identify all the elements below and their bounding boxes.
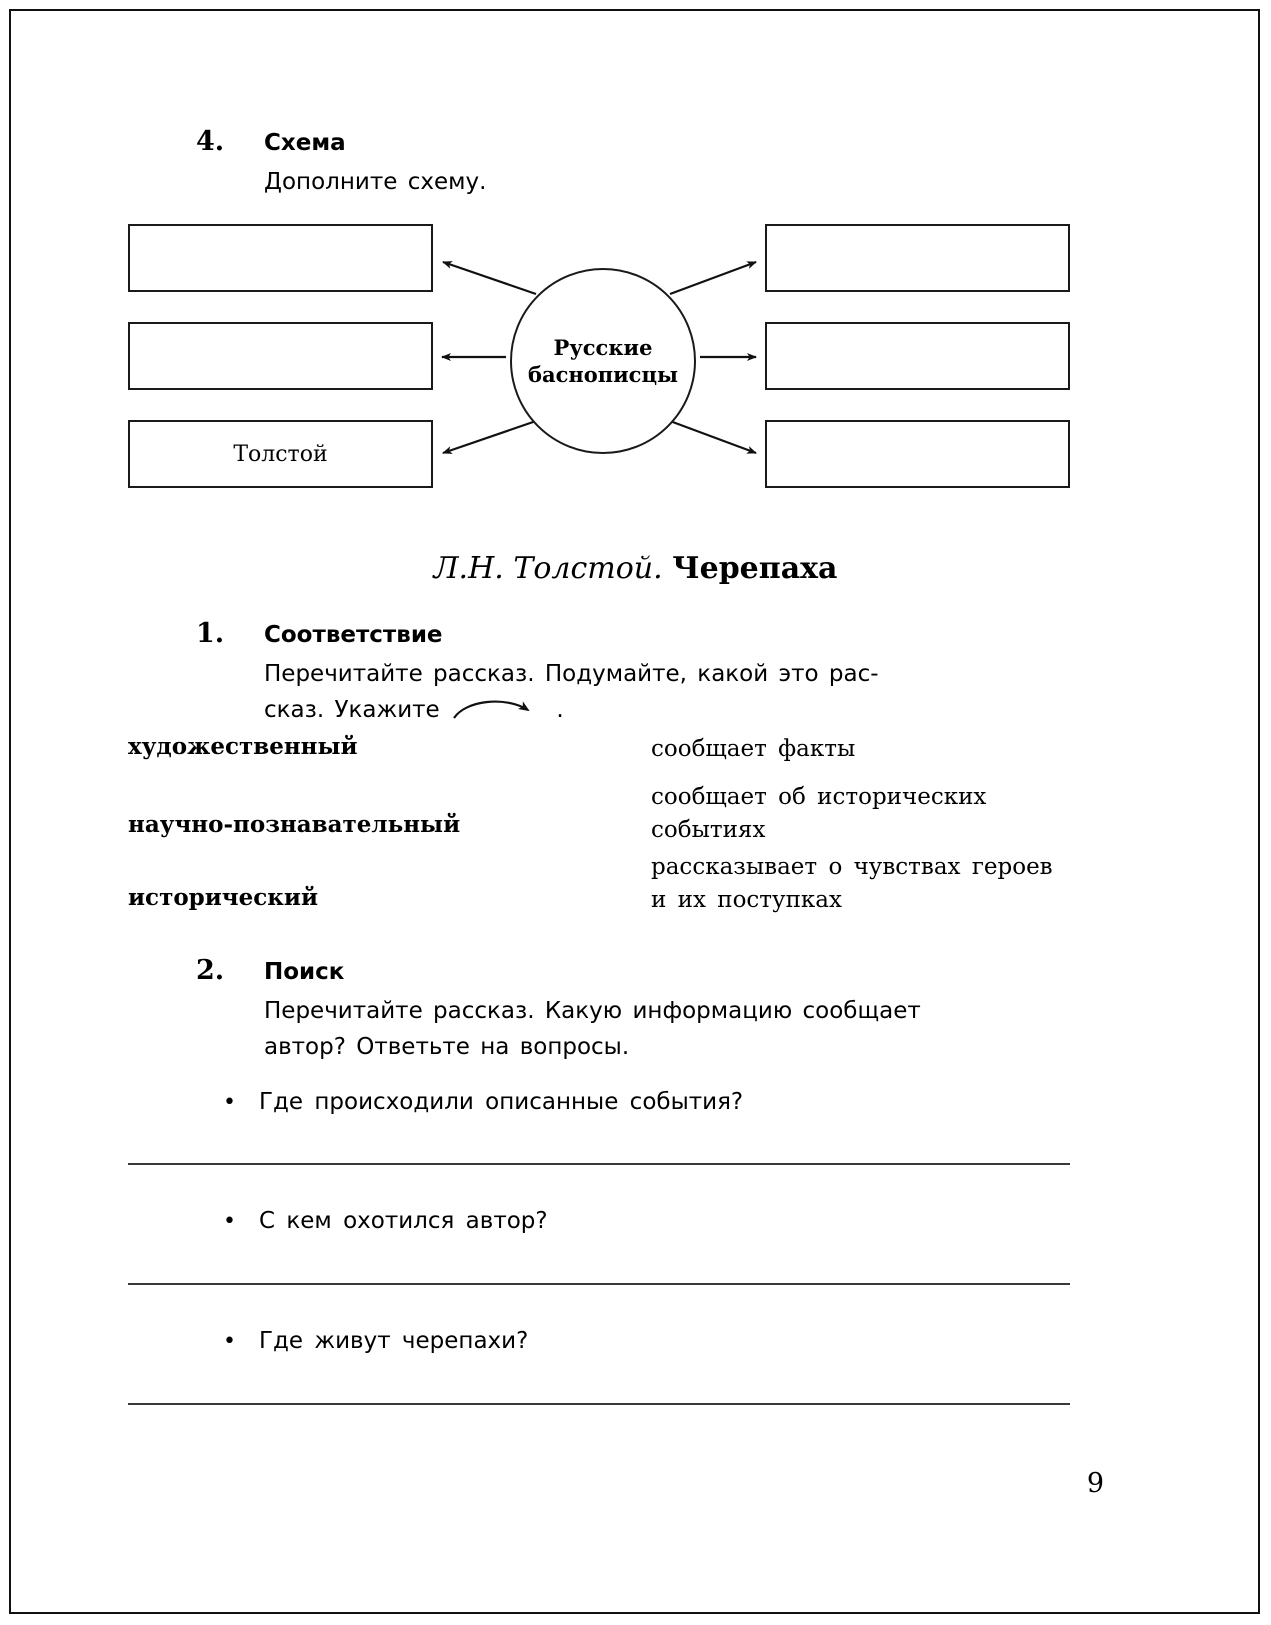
question-text: Где происходили описанные события? <box>259 1089 744 1115</box>
exercise-2-search: 2. Поиск Перечитайте рассказ. Какую инфо… <box>196 955 1076 1065</box>
exercise-number: 1. <box>196 618 225 649</box>
instruction-line-2-text: сказ. Укажите <box>264 697 440 723</box>
answer-rule-3[interactable] <box>128 1403 1070 1405</box>
scheme-center-label-line2: баснописцы <box>527 362 679 387</box>
workbook-page: 4. Схема Дополните схему. Толстой Русски… <box>0 0 1271 1625</box>
bullet-icon: • <box>223 1329 236 1354</box>
exercise-1-matching: 1. Соответствие Перечитайте рассказ. Под… <box>196 618 1076 728</box>
matching-right-item[interactable]: сообщает об исторических событиях <box>651 781 1073 847</box>
matching-right-item[interactable]: рассказывает о чувствах героев и их пост… <box>651 851 1073 917</box>
instruction-line-2: сказ. Укажите . <box>264 692 1076 728</box>
scheme-center-node: Русские баснописцы <box>510 268 696 454</box>
instruction-line-2-tail: . <box>556 697 564 723</box>
question-item-3: • Где живут черепахи? <box>223 1328 528 1354</box>
story-title: Л.Н. Толстой. Черепаха <box>0 551 1271 586</box>
bullet-icon: • <box>223 1209 236 1234</box>
story-work: Черепаха <box>672 551 838 586</box>
answer-rule-2[interactable] <box>128 1283 1070 1285</box>
instruction-line-1: Перечитайте рассказ. Подумайте, какой эт… <box>264 661 879 687</box>
exercise-instruction: Дополните схему. <box>264 169 487 195</box>
question-text: С кем охотился автор? <box>259 1208 548 1234</box>
scheme-diagram: Толстой Русские баснописцы <box>128 224 1070 489</box>
exercise-title: Схема <box>264 130 346 156</box>
exercise-4-scheme: 4. Схема Дополните схему. <box>196 126 1076 206</box>
exercise-title: Соответствие <box>264 622 443 648</box>
exercise-number: 2. <box>196 955 225 986</box>
matching-left-item[interactable]: научно-познавательный <box>128 811 460 838</box>
exercise-instruction: Перечитайте рассказ. Подумайте, какой эт… <box>264 656 1076 728</box>
page-number: 9 <box>1086 1468 1104 1499</box>
answer-rule-1[interactable] <box>128 1163 1070 1165</box>
scheme-center-label-line1: Русские <box>553 335 653 360</box>
instruction-line-2: автор? Ответьте на вопросы. <box>264 1034 630 1060</box>
question-item-2: • С кем охотился автор? <box>223 1208 548 1234</box>
matching-right-item[interactable]: сообщает факты <box>651 733 1073 766</box>
matching-left-item[interactable]: исторический <box>128 884 318 911</box>
matching-left-item[interactable]: художественный <box>128 733 358 760</box>
question-item-1: • Где происходили описанные события? <box>223 1089 743 1115</box>
curved-arrow-icon <box>453 700 530 719</box>
exercise-title: Поиск <box>264 959 345 985</box>
exercise-number: 4. <box>196 126 225 157</box>
matching-columns: художественный научно-познавательный ист… <box>128 733 1073 928</box>
story-author: Л.Н. Толстой. <box>433 551 663 586</box>
instruction-line-1: Перечитайте рассказ. Какую информацию со… <box>264 998 921 1024</box>
question-text: Где живут черепахи? <box>259 1328 529 1354</box>
exercise-instruction: Перечитайте рассказ. Какую информацию со… <box>264 993 1076 1065</box>
bullet-icon: • <box>223 1090 236 1115</box>
